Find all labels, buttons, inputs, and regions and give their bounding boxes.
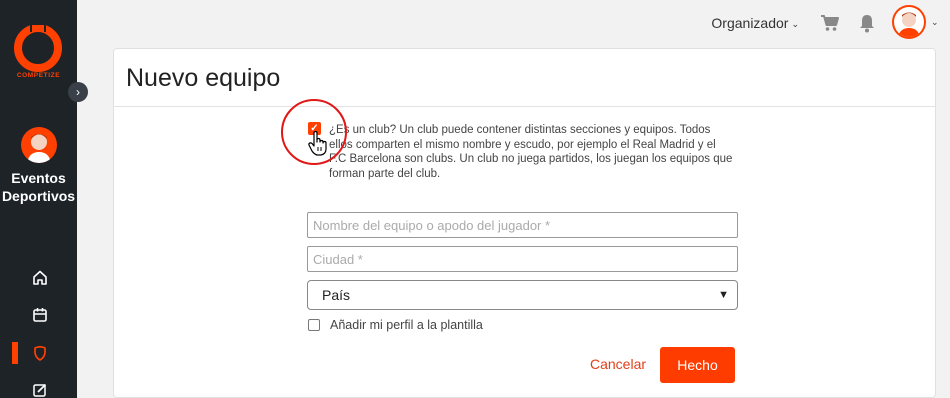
- city-input[interactable]: [307, 246, 738, 272]
- role-selector[interactable]: Organizador ⌄: [711, 15, 799, 31]
- chevron-down-icon: ⌄: [791, 19, 799, 29]
- country-select-value: País: [322, 287, 351, 303]
- active-nav-indicator: [12, 342, 18, 364]
- event-title: Eventos Deportivos: [1, 170, 76, 204]
- page-title: Nuevo equipo: [126, 64, 281, 92]
- competize-logo[interactable]: [13, 22, 63, 76]
- calendar-icon[interactable]: [30, 305, 50, 325]
- bell-icon[interactable]: [858, 13, 876, 33]
- chevron-down-icon: ▼: [718, 289, 729, 301]
- add-profile-label[interactable]: Añadir mi perfil a la plantilla: [330, 318, 483, 332]
- cancel-button[interactable]: Cancelar: [590, 356, 646, 372]
- team-name-input[interactable]: [307, 212, 738, 238]
- chevron-down-icon[interactable]: ⌄: [931, 17, 939, 28]
- edit-icon[interactable]: [30, 380, 50, 398]
- hand-cursor-icon: [308, 131, 327, 156]
- cart-icon[interactable]: [820, 13, 840, 33]
- is-club-description: ¿Es un club? Un club puede contener dist…: [329, 124, 733, 180]
- country-select[interactable]: País ▼: [307, 280, 738, 310]
- role-label: Organizador: [711, 15, 789, 31]
- home-icon[interactable]: [30, 268, 50, 288]
- sidebar: COMPETIZE Eventos Deportivos: [0, 0, 77, 398]
- done-button[interactable]: Hecho: [660, 347, 735, 383]
- user-avatar[interactable]: [892, 5, 926, 39]
- divider: [114, 106, 935, 107]
- new-team-card: Nuevo equipo ✓ ¿Es un club? Un club pued…: [113, 48, 936, 398]
- logo-text: COMPETIZE: [16, 72, 61, 79]
- shield-icon[interactable]: [30, 343, 50, 363]
- add-profile-checkbox[interactable]: [308, 319, 320, 331]
- collapse-sidebar-button[interactable]: ›: [68, 82, 88, 102]
- event-avatar[interactable]: [21, 127, 57, 163]
